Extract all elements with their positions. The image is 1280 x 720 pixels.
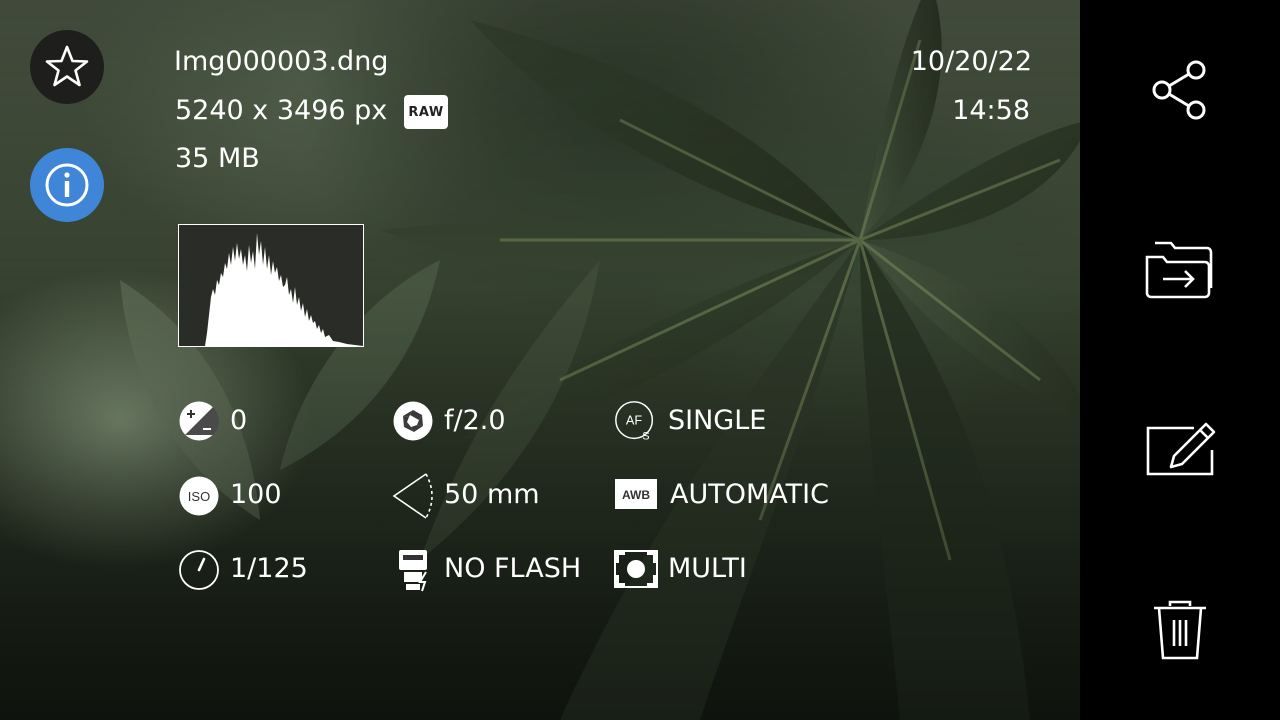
iso-label: ISO — [188, 489, 210, 504]
exposure-compensation-value: 0 — [230, 405, 248, 436]
edit-icon — [1146, 422, 1216, 476]
aperture-value: f/2.0 — [444, 405, 506, 436]
awb-label: AWB — [622, 488, 650, 502]
photo-overlay-shade — [0, 0, 1080, 720]
info-button[interactable] — [30, 148, 104, 222]
metering-value: MULTI — [668, 553, 747, 584]
share-icon — [1152, 60, 1206, 120]
move-to-folder-button[interactable] — [1138, 228, 1222, 312]
file-size: 35 MB — [175, 143, 260, 174]
af-sub-label: S — [642, 430, 649, 442]
focal-length-value: 50 mm — [444, 479, 540, 510]
iso-icon: ISO — [179, 476, 219, 516]
capture-time: 14:58 — [952, 95, 1030, 126]
move-to-folder-icon — [1145, 241, 1213, 299]
histogram-graph — [205, 233, 363, 346]
focal-length-icon — [392, 473, 433, 519]
capture-date: 10/20/22 — [910, 46, 1032, 77]
shutter-speed-value: 1/125 — [230, 553, 308, 584]
delete-button[interactable] — [1138, 588, 1222, 672]
focus-mode-value: SINGLE — [668, 405, 767, 436]
metering-mode-icon — [614, 550, 658, 588]
trash-icon — [1154, 600, 1206, 660]
flash-icon — [399, 550, 427, 592]
histogram — [178, 224, 364, 347]
iso-value: 100 — [230, 479, 282, 510]
white-balance-value: AUTOMATIC — [670, 479, 829, 510]
af-label: AF — [626, 413, 643, 428]
autofocus-mode-icon: AF S — [615, 401, 654, 442]
edit-button[interactable] — [1138, 408, 1222, 492]
aperture-icon — [393, 401, 433, 441]
exposure-compensation-icon — [179, 401, 219, 441]
raw-badge: RAW — [404, 95, 448, 129]
shutter-speed-icon — [179, 550, 219, 590]
white-balance-icon: AWB — [615, 479, 657, 509]
share-button[interactable] — [1138, 48, 1222, 132]
file-name: Img000003.dng — [174, 46, 389, 77]
star-icon — [45, 45, 89, 87]
image-dimensions: 5240 x 3496 px — [175, 95, 388, 126]
favorite-button[interactable] — [30, 30, 104, 104]
info-icon — [45, 163, 89, 207]
flash-value: NO FLASH — [444, 553, 582, 584]
